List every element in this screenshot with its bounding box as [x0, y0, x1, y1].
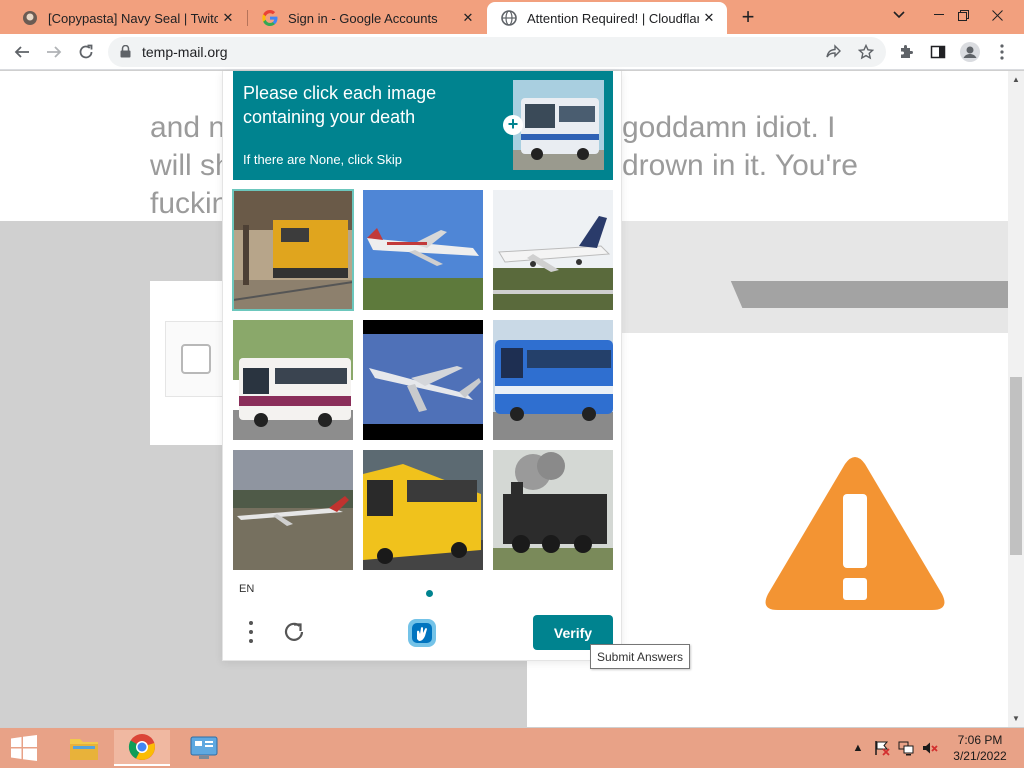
captcha-challenge: Please click each image containing your …	[222, 71, 622, 661]
prompt-example-image[interactable]	[513, 80, 604, 170]
page-scrollbar[interactable]: ▲ ▼	[1008, 71, 1024, 727]
control-panel-icon[interactable]	[176, 730, 232, 766]
system-clock[interactable]: 7:06 PM 3/21/2022	[950, 732, 1010, 764]
image-tile-6[interactable]	[493, 320, 613, 440]
image-tile-4[interactable]	[233, 320, 353, 440]
image-tile-5[interactable]	[363, 320, 483, 440]
google-icon	[262, 10, 278, 26]
close-tab-icon[interactable]: ✕	[458, 8, 478, 28]
share-icon[interactable]	[824, 42, 844, 62]
lock-icon[interactable]	[120, 44, 131, 63]
text-fragment: goddamn idiot. I	[622, 111, 836, 144]
image-tile-2[interactable]	[363, 190, 483, 310]
scroll-up-icon[interactable]: ▲	[1012, 75, 1020, 84]
tab-copypasta[interactable]: [Copypasta] Navy Seal | TwitchQu ✕	[8, 4, 246, 32]
prompt-subtitle: If there are None, click Skip	[243, 152, 402, 167]
clock-date: 3/21/2022	[953, 749, 1007, 763]
scroll-down-icon[interactable]: ▼	[1012, 714, 1020, 723]
image-tile-9[interactable]	[493, 450, 613, 570]
image-tile-7[interactable]	[233, 450, 353, 570]
chrome-taskbar-icon[interactable]	[114, 730, 170, 766]
text-fragment: drown in it. You're	[622, 149, 858, 182]
tab-title: [Copypasta] Navy Seal | TwitchQu	[48, 10, 218, 26]
chrome-menu-icon[interactable]	[990, 40, 1014, 64]
action-center-flag-icon[interactable]	[874, 740, 890, 756]
twitchquotes-icon	[22, 10, 38, 26]
extensions-puzzle-icon[interactable]	[894, 40, 918, 64]
forward-arrow-icon[interactable]	[40, 38, 68, 66]
prompt-title: Please click each image containing your …	[243, 83, 437, 127]
tab-title: Attention Required! | Cloudflare	[527, 10, 699, 26]
windows-logo-icon	[11, 735, 37, 761]
image-tile-1[interactable]	[232, 189, 354, 311]
submit-tooltip: Submit Answers	[590, 644, 690, 669]
restore-icon[interactable]	[946, 0, 980, 30]
tab-google-signin[interactable]: Sign in - Google Accounts ✕	[248, 4, 486, 32]
text-fragment: fuckin	[150, 187, 229, 220]
reload-icon[interactable]	[72, 38, 100, 66]
address-bar[interactable]: temp-mail.org	[108, 37, 886, 67]
file-explorer-icon[interactable]	[56, 730, 112, 766]
image-tile-8[interactable]	[363, 450, 483, 570]
url-text: temp-mail.org	[142, 44, 228, 60]
captcha-checkbox[interactable]	[181, 344, 211, 374]
text-fragment: and n	[150, 111, 226, 144]
captcha-checkbox-card	[150, 281, 235, 445]
tab-title: Sign in - Google Accounts	[288, 10, 438, 26]
close-window-icon[interactable]	[980, 0, 1014, 30]
close-tab-icon[interactable]: ✕	[699, 8, 719, 28]
expand-example-icon[interactable]: +	[503, 115, 523, 135]
tab-cloudflare[interactable]: Attention Required! | Cloudflare ✕	[487, 2, 727, 34]
clock-time: 7:06 PM	[957, 733, 1003, 747]
volume-muted-icon[interactable]	[922, 740, 938, 756]
network-icon[interactable]	[898, 740, 914, 756]
header-band	[620, 221, 1008, 333]
globe-icon	[501, 10, 517, 26]
tab-search-chevron-icon[interactable]	[882, 0, 916, 30]
profile-avatar-icon[interactable]	[958, 40, 982, 64]
challenge-prompt: Please click each image containing your …	[233, 71, 613, 180]
show-hidden-icons-icon[interactable]: ▲	[850, 740, 866, 756]
back-arrow-icon[interactable]	[8, 38, 36, 66]
start-button[interactable]	[0, 728, 48, 768]
image-tile-3[interactable]	[493, 190, 613, 310]
tab-strip: [Copypasta] Navy Seal | TwitchQu ✕ Sign …	[0, 0, 1024, 34]
bookmark-star-icon[interactable]	[856, 42, 876, 62]
text-fragment: will sh	[150, 149, 232, 182]
refresh-challenge-icon[interactable]	[281, 619, 307, 645]
language-selector[interactable]: EN	[239, 583, 254, 595]
hcaptcha-logo-icon[interactable]	[406, 617, 438, 649]
warning-icon	[765, 457, 945, 610]
side-panel-icon[interactable]	[926, 40, 950, 64]
more-options-icon[interactable]	[241, 619, 261, 645]
browser-toolbar: temp-mail.org	[0, 34, 1024, 70]
new-tab-button[interactable]: +	[736, 6, 760, 30]
page-indicator-dot	[426, 590, 433, 597]
scroll-thumb[interactable]	[1010, 377, 1022, 555]
close-tab-icon[interactable]: ✕	[218, 8, 238, 28]
windows-taskbar: ▲ 7:06 PM 3/21/2022	[0, 728, 1024, 768]
